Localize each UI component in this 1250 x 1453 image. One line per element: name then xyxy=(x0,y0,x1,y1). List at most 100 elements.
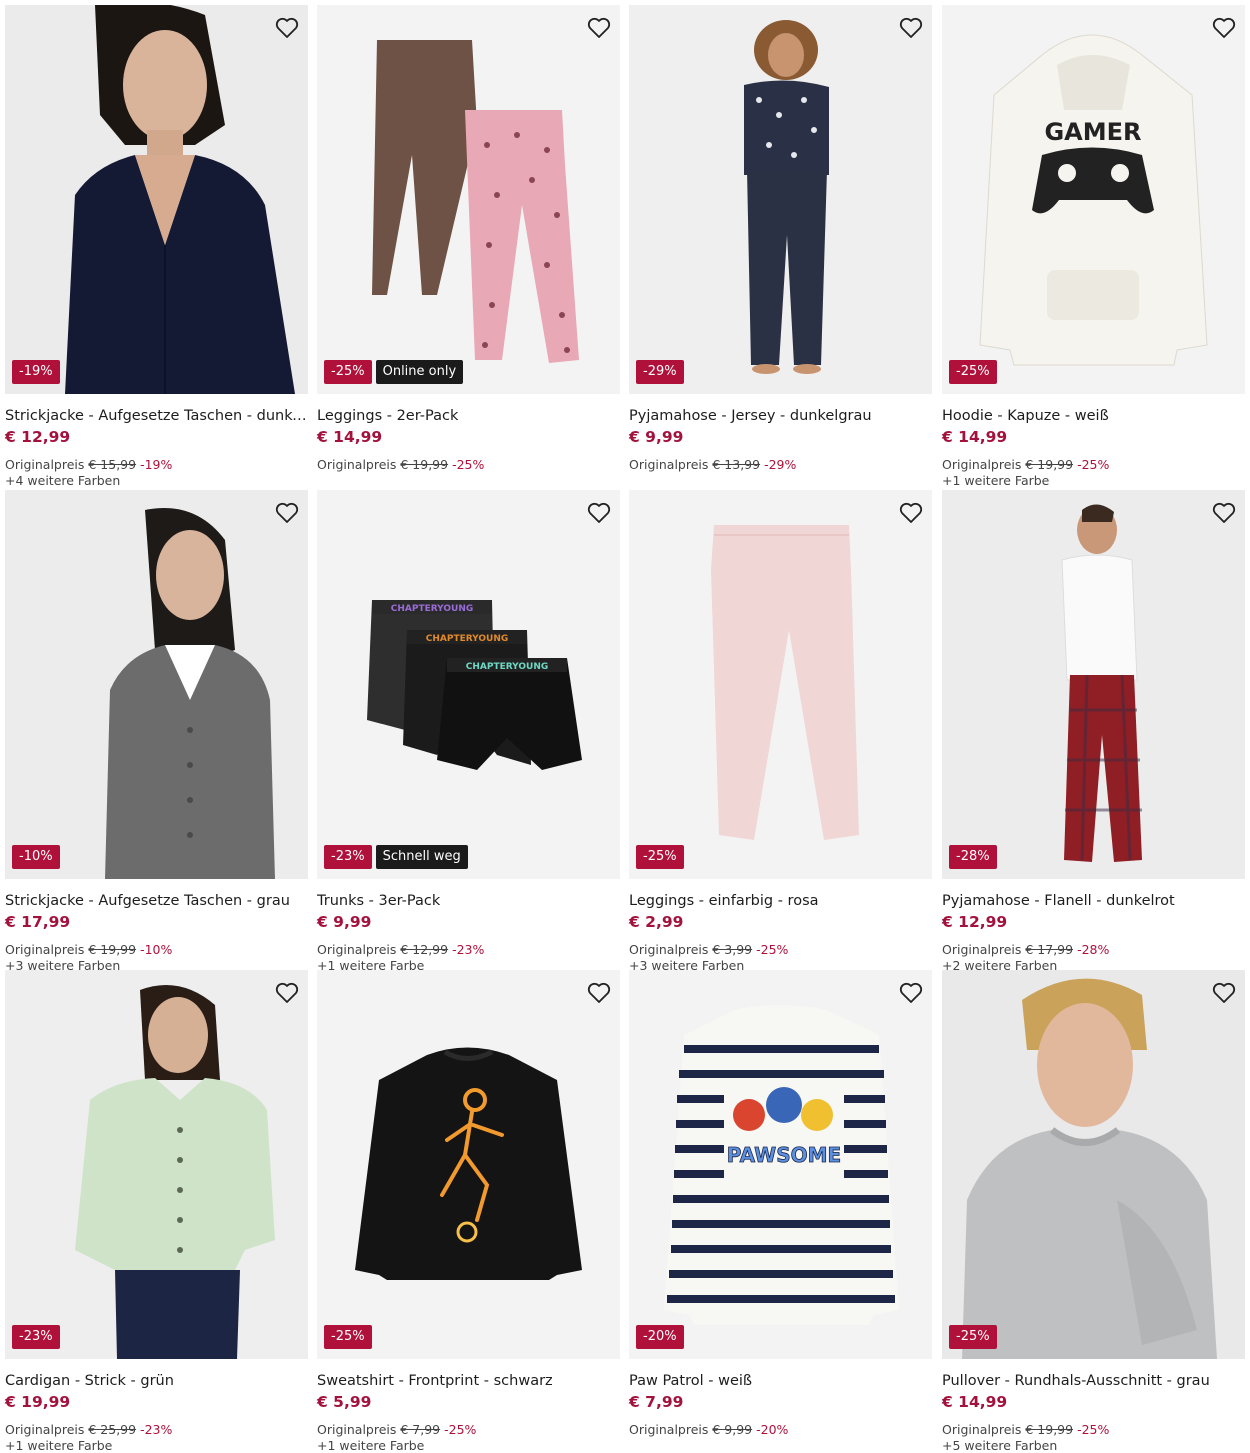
discount-percent: -23% xyxy=(140,1422,173,1437)
original-price: € 13,99 xyxy=(712,457,761,472)
heart-outline-icon xyxy=(899,982,923,1003)
product-title[interactable]: Sweatshirt - Frontprint - schwarz xyxy=(317,1373,623,1389)
product-title[interactable]: Leggings - 2er-Pack xyxy=(317,408,623,424)
original-price-label: Originalpreis xyxy=(942,457,1022,472)
original-price: € 9,99 xyxy=(712,1422,753,1437)
product-image[interactable]: PAWSOME -20% xyxy=(629,970,932,1359)
product-photo-leggings-pack xyxy=(317,5,620,394)
original-price: € 15,99 xyxy=(88,457,137,472)
original-price-line: Originalpreis € 25,99 -23% xyxy=(5,1422,172,1437)
discount-badge: -25% xyxy=(949,1325,997,1349)
original-price: € 7,99 xyxy=(400,1422,441,1437)
original-price-line: Originalpreis € 12,99 -23% xyxy=(317,942,484,957)
product-image[interactable]: -28% xyxy=(942,490,1245,879)
discount-badge: -25% xyxy=(636,845,684,869)
heart-outline-icon xyxy=(275,982,299,1003)
heart-outline-icon xyxy=(1212,17,1236,38)
original-price-label: Originalpreis xyxy=(5,457,85,472)
favorite-button[interactable] xyxy=(272,978,302,1008)
heart-outline-icon xyxy=(899,17,923,38)
product-title[interactable]: Trunks - 3er-Pack xyxy=(317,893,623,909)
product-title[interactable]: Leggings - einfarbig - rosa xyxy=(629,893,935,909)
product-price: € 5,99 xyxy=(317,1393,372,1411)
original-price-line: Originalpreis € 19,99 -25% xyxy=(942,457,1109,472)
product-photo-leggings-pink xyxy=(629,490,932,879)
original-price: € 19,99 xyxy=(400,457,449,472)
original-price: € 3,99 xyxy=(712,942,753,957)
heart-outline-icon xyxy=(1212,982,1236,1003)
product-photo-hoodie-gamer: GAMER xyxy=(942,5,1245,394)
product-title[interactable]: Pyjamahose - Flanell - dunkelrot xyxy=(942,893,1248,909)
product-image[interactable]: -23% xyxy=(5,970,308,1359)
more-colors-link[interactable]: +1 weitere Farbe xyxy=(942,473,1049,488)
product-title[interactable]: Pullover - Rundhals-Ausschnitt - grau xyxy=(942,1373,1248,1389)
favorite-button[interactable] xyxy=(1209,978,1239,1008)
favorite-button[interactable] xyxy=(896,498,926,528)
more-colors-link[interactable]: +1 weitere Farbe xyxy=(317,1438,424,1453)
product-title[interactable]: Cardigan - Strick - grün xyxy=(5,1373,311,1389)
original-price: € 19,99 xyxy=(88,942,137,957)
original-price-label: Originalpreis xyxy=(317,1422,397,1437)
favorite-button[interactable] xyxy=(1209,13,1239,43)
product-title[interactable]: Pyjamahose - Jersey - dunkelgrau xyxy=(629,408,935,424)
more-colors-link[interactable]: +1 weitere Farbe xyxy=(5,1438,112,1453)
favorite-button[interactable] xyxy=(272,498,302,528)
favorite-button[interactable] xyxy=(272,13,302,43)
favorite-button[interactable] xyxy=(896,978,926,1008)
original-price-label: Originalpreis xyxy=(5,942,85,957)
more-colors-link[interactable]: +5 weitere Farben xyxy=(942,1438,1057,1453)
original-price: € 25,99 xyxy=(88,1422,137,1437)
discount-percent: -20% xyxy=(756,1422,789,1437)
discount-percent: -28% xyxy=(1077,942,1110,957)
discount-badge: -25% xyxy=(324,360,372,384)
original-price-label: Originalpreis xyxy=(942,1422,1022,1437)
favorite-button[interactable] xyxy=(584,498,614,528)
discount-badge: -19% xyxy=(12,360,60,384)
product-image[interactable]: -25% xyxy=(629,490,932,879)
product-title[interactable]: Strickjacke - Aufgesetze Taschen - dunke… xyxy=(5,408,311,424)
product-title[interactable]: Strickjacke - Aufgesetze Taschen - grau xyxy=(5,893,311,909)
product-title[interactable]: Hoodie - Kapuze - weiß xyxy=(942,408,1248,424)
favorite-button[interactable] xyxy=(584,13,614,43)
favorite-button[interactable] xyxy=(1209,498,1239,528)
original-price: € 19,99 xyxy=(1025,457,1074,472)
original-price: € 12,99 xyxy=(400,942,449,957)
discount-percent: -25% xyxy=(1077,1422,1110,1437)
product-image[interactable]: -10% xyxy=(5,490,308,879)
product-image[interactable]: GAMER -25% xyxy=(942,5,1245,394)
product-price: € 7,99 xyxy=(629,1393,684,1411)
original-price-label: Originalpreis xyxy=(317,457,397,472)
original-price-label: Originalpreis xyxy=(629,457,709,472)
product-image[interactable]: -29% xyxy=(629,5,932,394)
discount-badge: -10% xyxy=(12,845,60,869)
discount-badge: -25% xyxy=(949,360,997,384)
heart-outline-icon xyxy=(587,982,611,1003)
product-price: € 14,99 xyxy=(942,428,1008,446)
original-price: € 17,99 xyxy=(1025,942,1074,957)
heart-outline-icon xyxy=(1212,502,1236,523)
favorite-button[interactable] xyxy=(896,13,926,43)
product-price: € 17,99 xyxy=(5,913,71,931)
product-photo-flannel-pants xyxy=(942,490,1245,879)
favorite-button[interactable] xyxy=(584,978,614,1008)
product-image[interactable]: -19% xyxy=(5,5,308,394)
more-colors-link[interactable]: +4 weitere Farben xyxy=(5,473,120,488)
original-price-line: Originalpreis € 19,99 -10% xyxy=(5,942,172,957)
product-image[interactable]: -25% Online only xyxy=(317,5,620,394)
product-photo-pyjama-pants xyxy=(629,5,932,394)
discount-badge: -20% xyxy=(636,1325,684,1349)
discount-percent: -23% xyxy=(452,942,485,957)
discount-badge: -23% xyxy=(324,845,372,869)
product-image[interactable]: CHAPTERYOUNG CHAPTERYOUNG CHAPTERYOUNG -… xyxy=(317,490,620,879)
discount-badge: -28% xyxy=(949,845,997,869)
discount-percent: -25% xyxy=(444,1422,477,1437)
original-price-label: Originalpreis xyxy=(317,942,397,957)
original-price-line: Originalpreis € 17,99 -28% xyxy=(942,942,1109,957)
heart-outline-icon xyxy=(587,17,611,38)
product-price: € 12,99 xyxy=(5,428,71,446)
original-price-line: Originalpreis € 9,99 -20% xyxy=(629,1422,788,1437)
product-price: € 9,99 xyxy=(317,913,372,931)
product-image[interactable]: -25% xyxy=(942,970,1245,1359)
product-image[interactable]: -25% xyxy=(317,970,620,1359)
product-title[interactable]: Paw Patrol - weiß xyxy=(629,1373,935,1389)
